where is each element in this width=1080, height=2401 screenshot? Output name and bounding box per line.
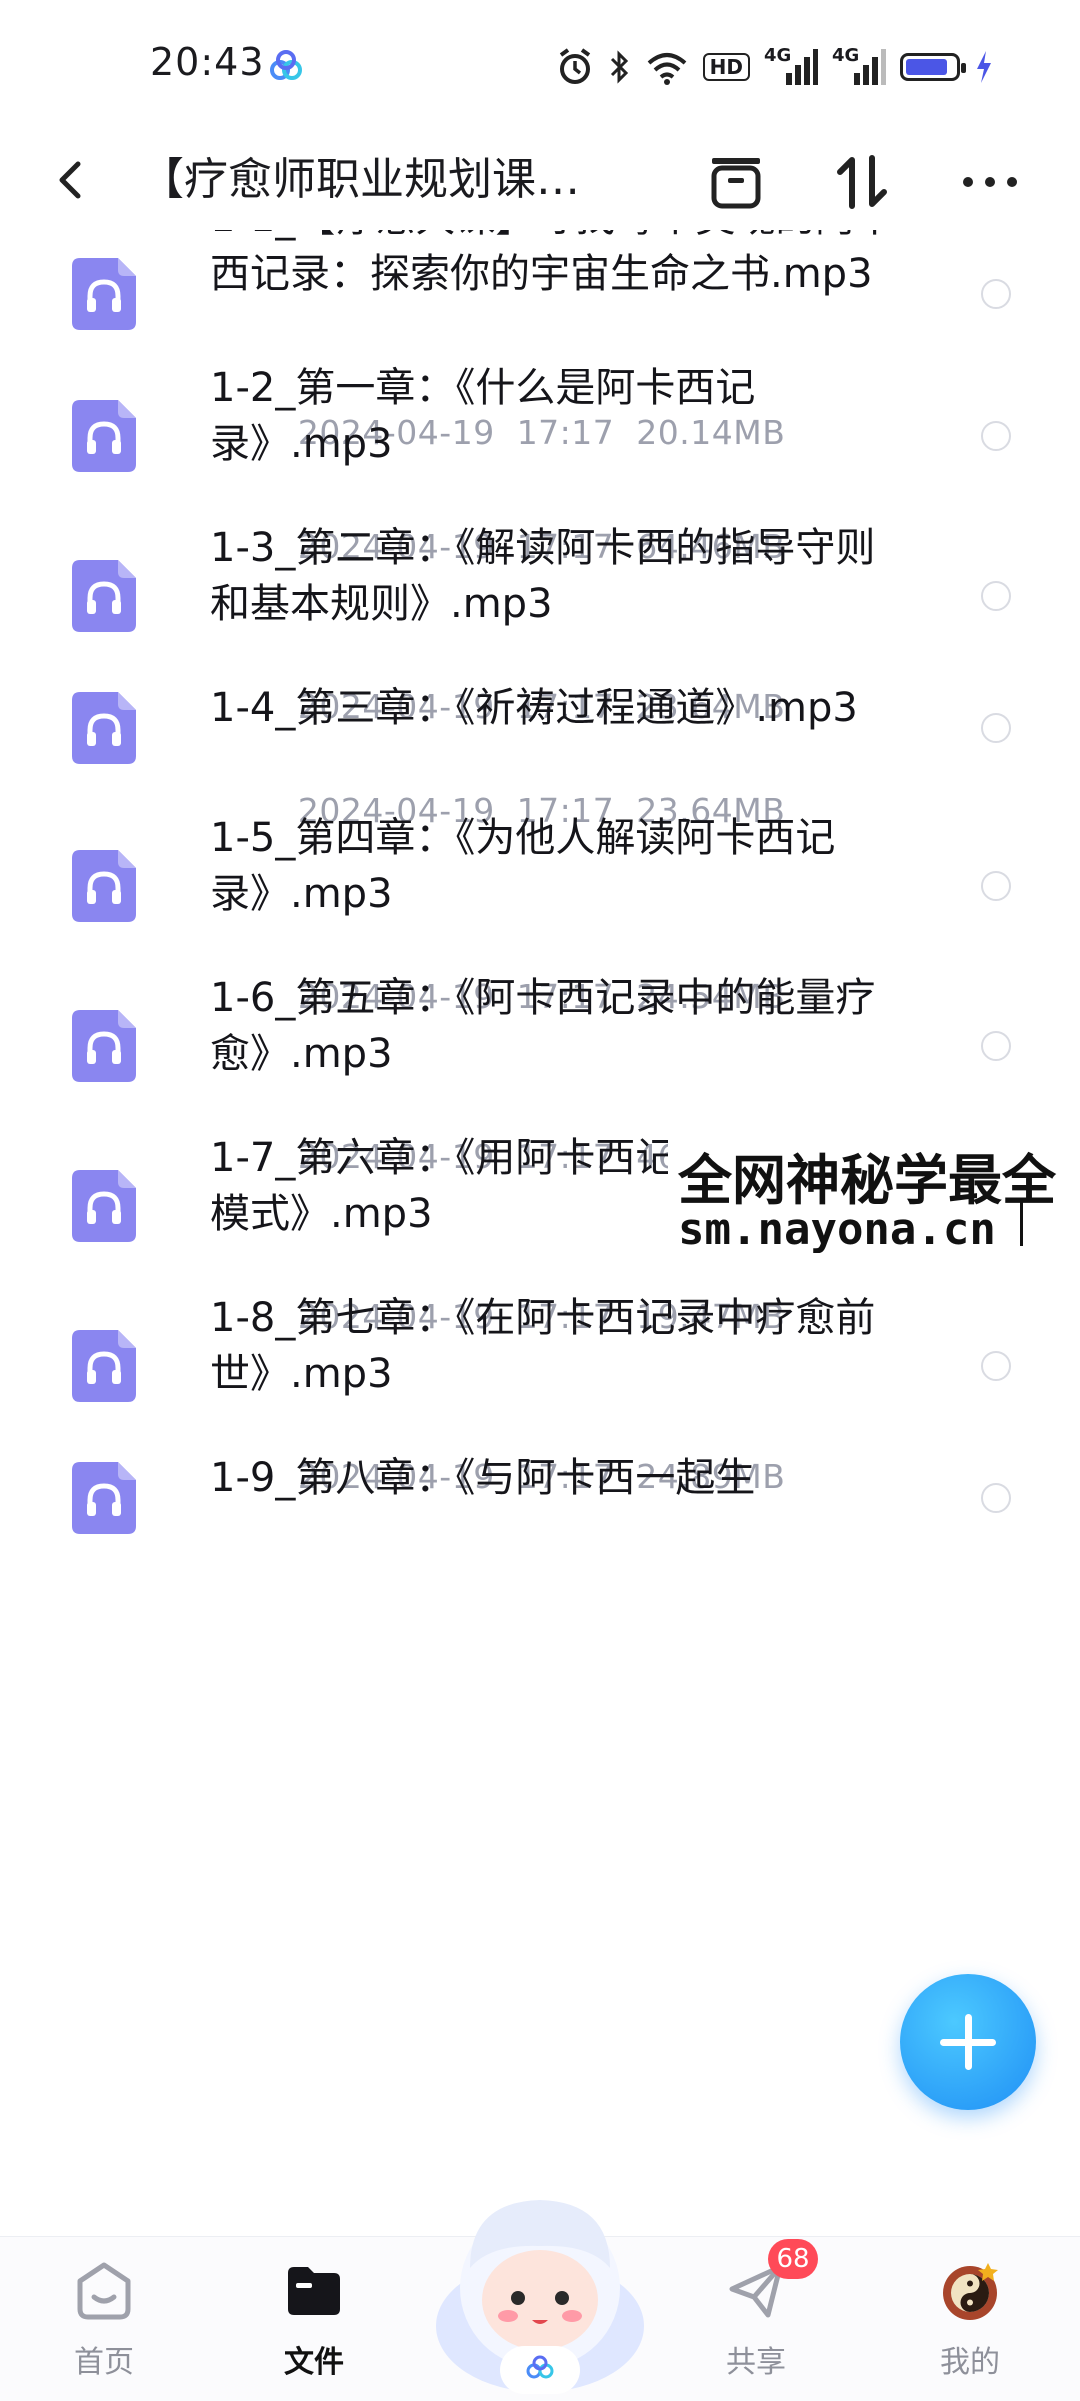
file-name: 1-6_第五章：《阿卡西记录中的能量疗愈》.mp3	[210, 975, 876, 1077]
select-radio[interactable]	[981, 581, 1011, 611]
audio-file-icon	[72, 692, 136, 764]
mascot-icon[interactable]	[430, 2176, 650, 2400]
folder-icon	[288, 2267, 340, 2315]
file-name: 1-2_第一章：《什么是阿卡西记录》.mp3	[210, 365, 756, 467]
add-button[interactable]	[900, 1974, 1036, 2110]
nav-profile[interactable]: 我的	[880, 2237, 1060, 2401]
back-icon[interactable]	[44, 152, 100, 208]
more-icon[interactable]	[958, 150, 1022, 214]
audio-file-icon	[72, 1170, 136, 1242]
cloud-app-icon	[270, 50, 302, 80]
audio-file-icon	[72, 850, 136, 922]
audio-file-icon	[72, 1330, 136, 1402]
home-icon	[77, 2262, 131, 2320]
avatar-icon	[943, 2263, 998, 2320]
signal-icon: 4G	[832, 45, 886, 87]
nav-share-label: 共享	[726, 2345, 786, 2380]
audio-file-icon	[72, 258, 136, 330]
watermark: 全网神秘学最全 sm.nayona.cn	[668, 1124, 1078, 1264]
file-name: 1-8_第七章：《在阿卡西记录中疗愈前世》.mp3	[210, 1295, 876, 1397]
nav-home-label: 首页	[74, 2345, 134, 2380]
audio-file-icon	[72, 1462, 136, 1534]
title-bar: 【疗愈师职业规划课…	[0, 130, 1080, 230]
file-name: 1-4_第三章：《祈祷过程通道》.mp3	[210, 685, 858, 731]
nav-home[interactable]: 首页	[14, 2237, 194, 2401]
notification-badge: 68	[768, 2239, 818, 2279]
battery-icon	[900, 53, 966, 81]
alarm-icon	[559, 48, 590, 84]
select-radio[interactable]	[981, 279, 1011, 309]
page-title: 【疗愈师职业规划课…	[140, 154, 580, 205]
nav-files-label: 文件	[284, 2345, 344, 2380]
audio-file-icon	[72, 1010, 136, 1082]
file-name: 1-1_【疗愈大课】寻找每个灵魂的阿卡西记录：探索你的宇宙生命之书.mp3	[210, 230, 895, 297]
audio-file-icon	[72, 560, 136, 632]
wifi-icon	[647, 53, 686, 85]
select-radio[interactable]	[981, 1031, 1011, 1061]
select-icon[interactable]	[704, 150, 768, 214]
text-caret	[1020, 1198, 1023, 1246]
sort-icon[interactable]	[830, 150, 894, 214]
select-radio[interactable]	[981, 713, 1011, 743]
file-name: 1-3_第二章：《解读阿卡西的指导守则和基本规则》.mp3	[210, 525, 876, 627]
file-name: 1-9_第八章：《与阿卡西一起生	[210, 1455, 756, 1501]
status-time: 20:43	[150, 40, 265, 84]
file-name: 1-5_第四章：《为他人解读阿卡西记录》.mp3	[210, 815, 836, 917]
status-bar: 20:43 HD 4G 4G	[0, 0, 1080, 130]
select-radio[interactable]	[981, 421, 1011, 451]
signal-icon: 4G	[764, 45, 818, 87]
nav-share[interactable]: 68 共享	[666, 2237, 846, 2401]
select-radio[interactable]	[981, 871, 1011, 901]
nav-profile-label: 我的	[940, 2345, 1000, 2380]
charging-icon	[977, 51, 991, 83]
bluetooth-icon	[610, 50, 628, 84]
select-radio[interactable]	[981, 1483, 1011, 1513]
watermark-url: sm.nayona.cn	[678, 1204, 996, 1255]
hd-call-icon: HD	[702, 53, 750, 81]
audio-file-icon	[72, 400, 136, 472]
status-icons: HD 4G 4G	[557, 44, 994, 90]
nav-files[interactable]: 文件	[224, 2237, 404, 2401]
select-radio[interactable]	[981, 1351, 1011, 1381]
